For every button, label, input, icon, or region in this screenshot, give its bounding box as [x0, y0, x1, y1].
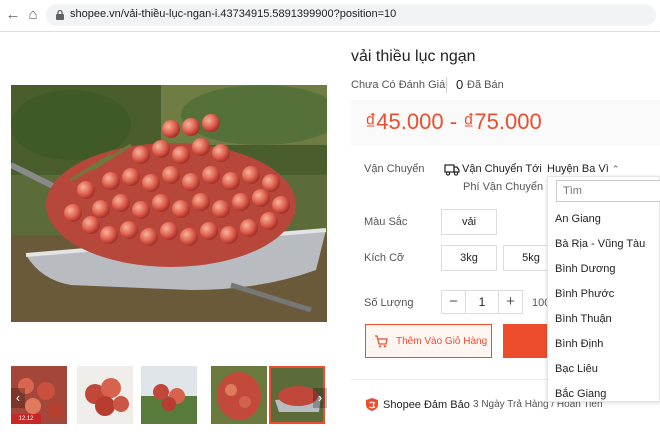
quantity-stepper: − 1 +	[441, 290, 523, 314]
back-arrow-icon[interactable]: ←	[4, 6, 22, 24]
province-option[interactable]: Bình Thuận	[555, 313, 612, 325]
shield-icon	[366, 398, 378, 411]
ship-fee-label: Phí Vận Chuyển	[463, 181, 544, 193]
thumbnail-4[interactable]	[211, 366, 267, 424]
thumbnail-strip: 12.12 ‹ ›	[11, 366, 327, 426]
province-option[interactable]: Bình Dương	[555, 263, 615, 275]
quantity-input[interactable]: 1	[466, 291, 498, 313]
district-value: Huyện Ba Vì	[547, 163, 609, 175]
color-option-vai[interactable]: vải	[441, 209, 497, 235]
thumbnail-2[interactable]	[77, 366, 133, 424]
shopee-guarantee-label[interactable]: Shopee Đảm Bảo	[383, 399, 470, 411]
size-label: Kích Cỡ	[364, 252, 405, 264]
price-range: ₫45.000 - ₫75.000	[365, 109, 542, 134]
province-option[interactable]: Bạc Liêu	[555, 363, 598, 375]
quantity-label: Số Lượng	[364, 297, 414, 309]
url-text: shopee.vn/vải-thiều-lục-ngan-i.43734915.…	[70, 8, 397, 20]
size-option-3kg[interactable]: 3kg	[441, 245, 497, 271]
rating-text[interactable]: Chưa Có Đánh Giá	[351, 79, 445, 91]
quantity-minus-button[interactable]: −	[442, 291, 466, 313]
province-option[interactable]: Bà Rịa - Vũng Tàu	[555, 238, 645, 250]
thumb-next-arrow-icon[interactable]: ›	[313, 388, 327, 408]
product-title: vải thiều lục ngạn	[351, 48, 476, 65]
product-main-image[interactable]	[11, 85, 327, 322]
shipping-label: Vận Chuyển	[364, 163, 425, 175]
quantity-plus-button[interactable]: +	[498, 291, 522, 313]
browser-toolbar: ← ⌂ shopee.vn/vải-thiều-lục-ngan-i.43734…	[0, 0, 660, 32]
thumb-prev-arrow-icon[interactable]: ‹	[11, 388, 25, 408]
province-search-input[interactable]	[556, 180, 660, 202]
address-bar[interactable]: shopee.vn/vải-thiều-lục-ngan-i.43734915.…	[46, 4, 656, 26]
province-option[interactable]: An Giang	[555, 213, 601, 225]
province-option[interactable]: Bình Phước	[555, 288, 614, 300]
divider	[446, 77, 447, 93]
add-to-cart-label: Thêm Vào Giỏ Hàng	[396, 336, 488, 347]
ship-to-label: Vận Chuyển Tới	[462, 163, 542, 175]
truck-icon	[444, 164, 460, 176]
thumbnail-3[interactable]	[141, 366, 197, 424]
sold-count: 0	[456, 77, 464, 92]
province-dropdown: An Giang Bà Rịa - Vũng Tàu Bình Dương Bì…	[547, 176, 660, 402]
add-to-cart-button[interactable]: Thêm Vào Giỏ Hàng	[365, 324, 492, 358]
province-option[interactable]: Bắc Giang	[555, 388, 606, 400]
price-box: ₫45.000 - ₫75.000	[351, 100, 660, 146]
province-option[interactable]: Bình Định	[555, 338, 603, 350]
home-icon[interactable]: ⌂	[24, 6, 42, 24]
sold-label: Đã Bán	[467, 79, 504, 91]
color-label: Màu Sắc	[364, 216, 408, 228]
thumb-badge: 12.12	[11, 414, 41, 424]
cart-icon	[375, 335, 388, 348]
chevron-up-icon: ⌃	[611, 164, 620, 174]
district-selector[interactable]: Huyện Ba Vì ⌃	[547, 163, 619, 175]
lock-icon	[56, 9, 64, 20]
